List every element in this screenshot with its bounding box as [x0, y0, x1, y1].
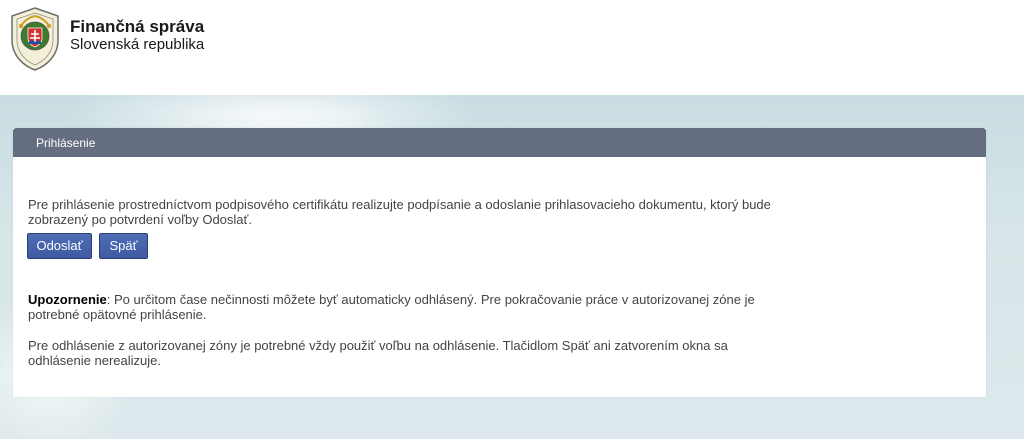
panel-header: Prihlásenie	[13, 128, 986, 157]
back-button[interactable]: Späť	[99, 233, 148, 259]
org-subtitle: Slovenská republika	[70, 36, 205, 53]
org-name: Finančná správa	[70, 17, 205, 36]
warning-label: Upozornenie	[28, 292, 107, 307]
login-panel: Prihlásenie Pre prihlásenie prostredníct…	[13, 128, 986, 397]
site-header: Finančná správa Slovenská republika	[0, 0, 1024, 95]
coat-of-arms-icon[interactable]	[8, 6, 62, 72]
warning-text: : Po určitom čase nečinnosti môžete byť …	[28, 292, 755, 322]
certificate-instructions: Pre prihlásenie prostredníctvom podpisov…	[28, 197, 771, 227]
panel-title: Prihlásenie	[36, 136, 96, 150]
send-button[interactable]: Odoslať	[27, 233, 92, 259]
inactivity-warning: Upozornenie: Po určitom čase nečinnosti …	[28, 292, 788, 322]
logout-notice: Pre odhlásenie z autorizovanej zóny je p…	[28, 338, 728, 368]
